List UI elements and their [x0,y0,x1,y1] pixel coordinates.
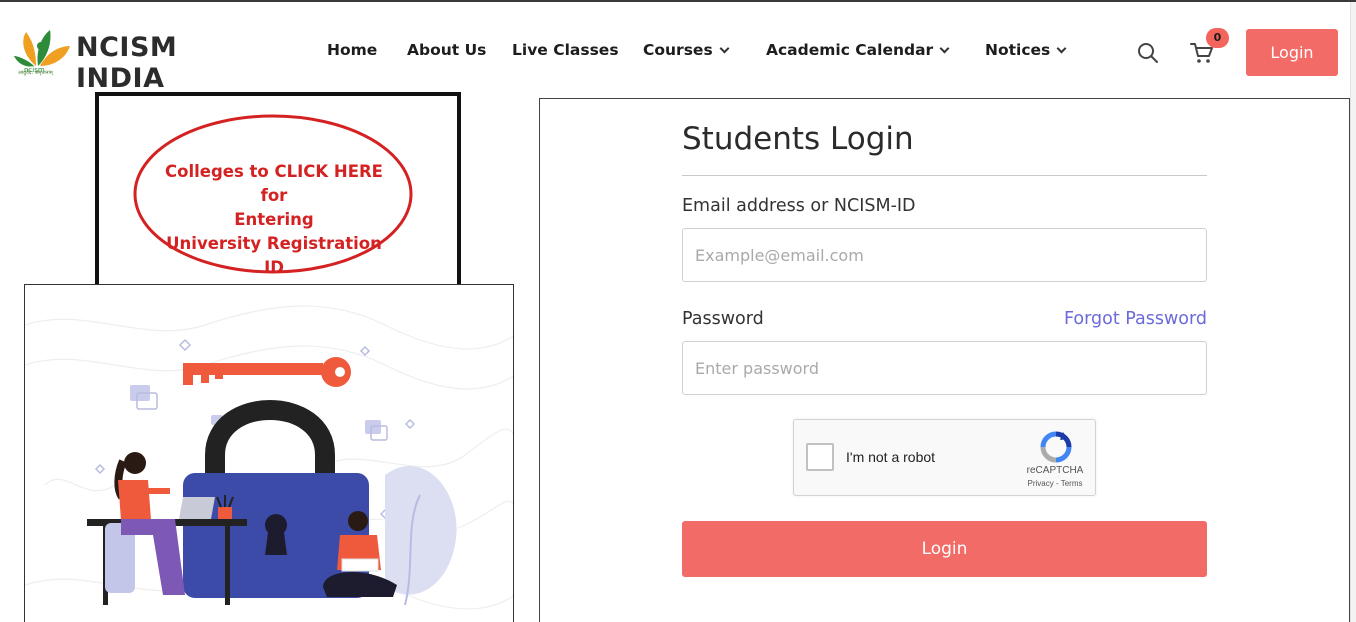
scrollbar[interactable] [1350,2,1356,622]
brand-tagline: आयुर्वेद: अमृतानाम् [18,70,53,76]
brand-name: NCISM INDIA [76,32,178,94]
login-submit-button[interactable]: Login [682,521,1207,577]
nav-courses-label: Courses [643,41,713,59]
cart-count-badge: 0 [1206,28,1229,48]
nav-courses[interactable]: Courses [643,41,730,59]
nav-about-us-label: About Us [407,41,487,59]
security-illustration [24,284,514,622]
password-field[interactable] [682,341,1207,395]
nav-about-us[interactable]: About Us [407,41,486,59]
recaptcha-privacy-terms[interactable]: Privacy - Terms [1020,479,1090,488]
notice-line-1: Colleges to CLICK HERE for [165,162,383,205]
title-divider [682,175,1207,176]
recaptcha-label: I'm not a robot [846,449,936,465]
window-top-border [0,0,1356,2]
nav-academic-calendar-label: Academic Calendar [766,41,934,59]
chevron-down-icon [1056,43,1067,54]
nav-academic-calendar[interactable]: Academic Calendar [766,41,950,59]
nav-notices[interactable]: Notices [985,41,1067,59]
recaptcha-logo-icon [1040,431,1072,463]
padlock-illustration [25,305,513,610]
nav-home-label: Home [327,41,378,59]
nav-home[interactable]: Home [327,41,377,59]
site-logo[interactable]: ncism NCISM INDIA आयुर्वेद: अमृतानाम् [14,26,264,94]
notice-line-3: University Registration ID [166,234,382,277]
chevron-down-icon [939,43,950,54]
email-field[interactable] [682,228,1207,282]
chevron-down-icon [719,43,730,54]
recaptcha-checkbox[interactable] [806,443,834,471]
notice-link-text[interactable]: Colleges to CLICK HERE for Entering Univ… [154,160,394,280]
forgot-password-link[interactable]: Forgot Password [1064,309,1207,329]
notice-line-2: Entering [234,210,314,229]
recaptcha-widget: I'm not a robot reCAPTCHA Privacy - Term… [793,419,1096,496]
nav-live-classes-label: Live Classes [512,41,619,59]
password-label: Password [682,309,764,329]
page-title: Students Login [682,121,914,157]
search-icon[interactable] [1137,42,1159,64]
nav-notices-label: Notices [985,41,1051,59]
email-label: Email address or NCISM-ID [682,196,916,216]
header-login-button[interactable]: Login [1246,29,1338,76]
recaptcha-brand: reCAPTCHA [1026,465,1084,476]
college-registration-notice[interactable]: Colleges to CLICK HERE for Entering Univ… [95,92,461,292]
nav-live-classes[interactable]: Live Classes [512,41,619,59]
